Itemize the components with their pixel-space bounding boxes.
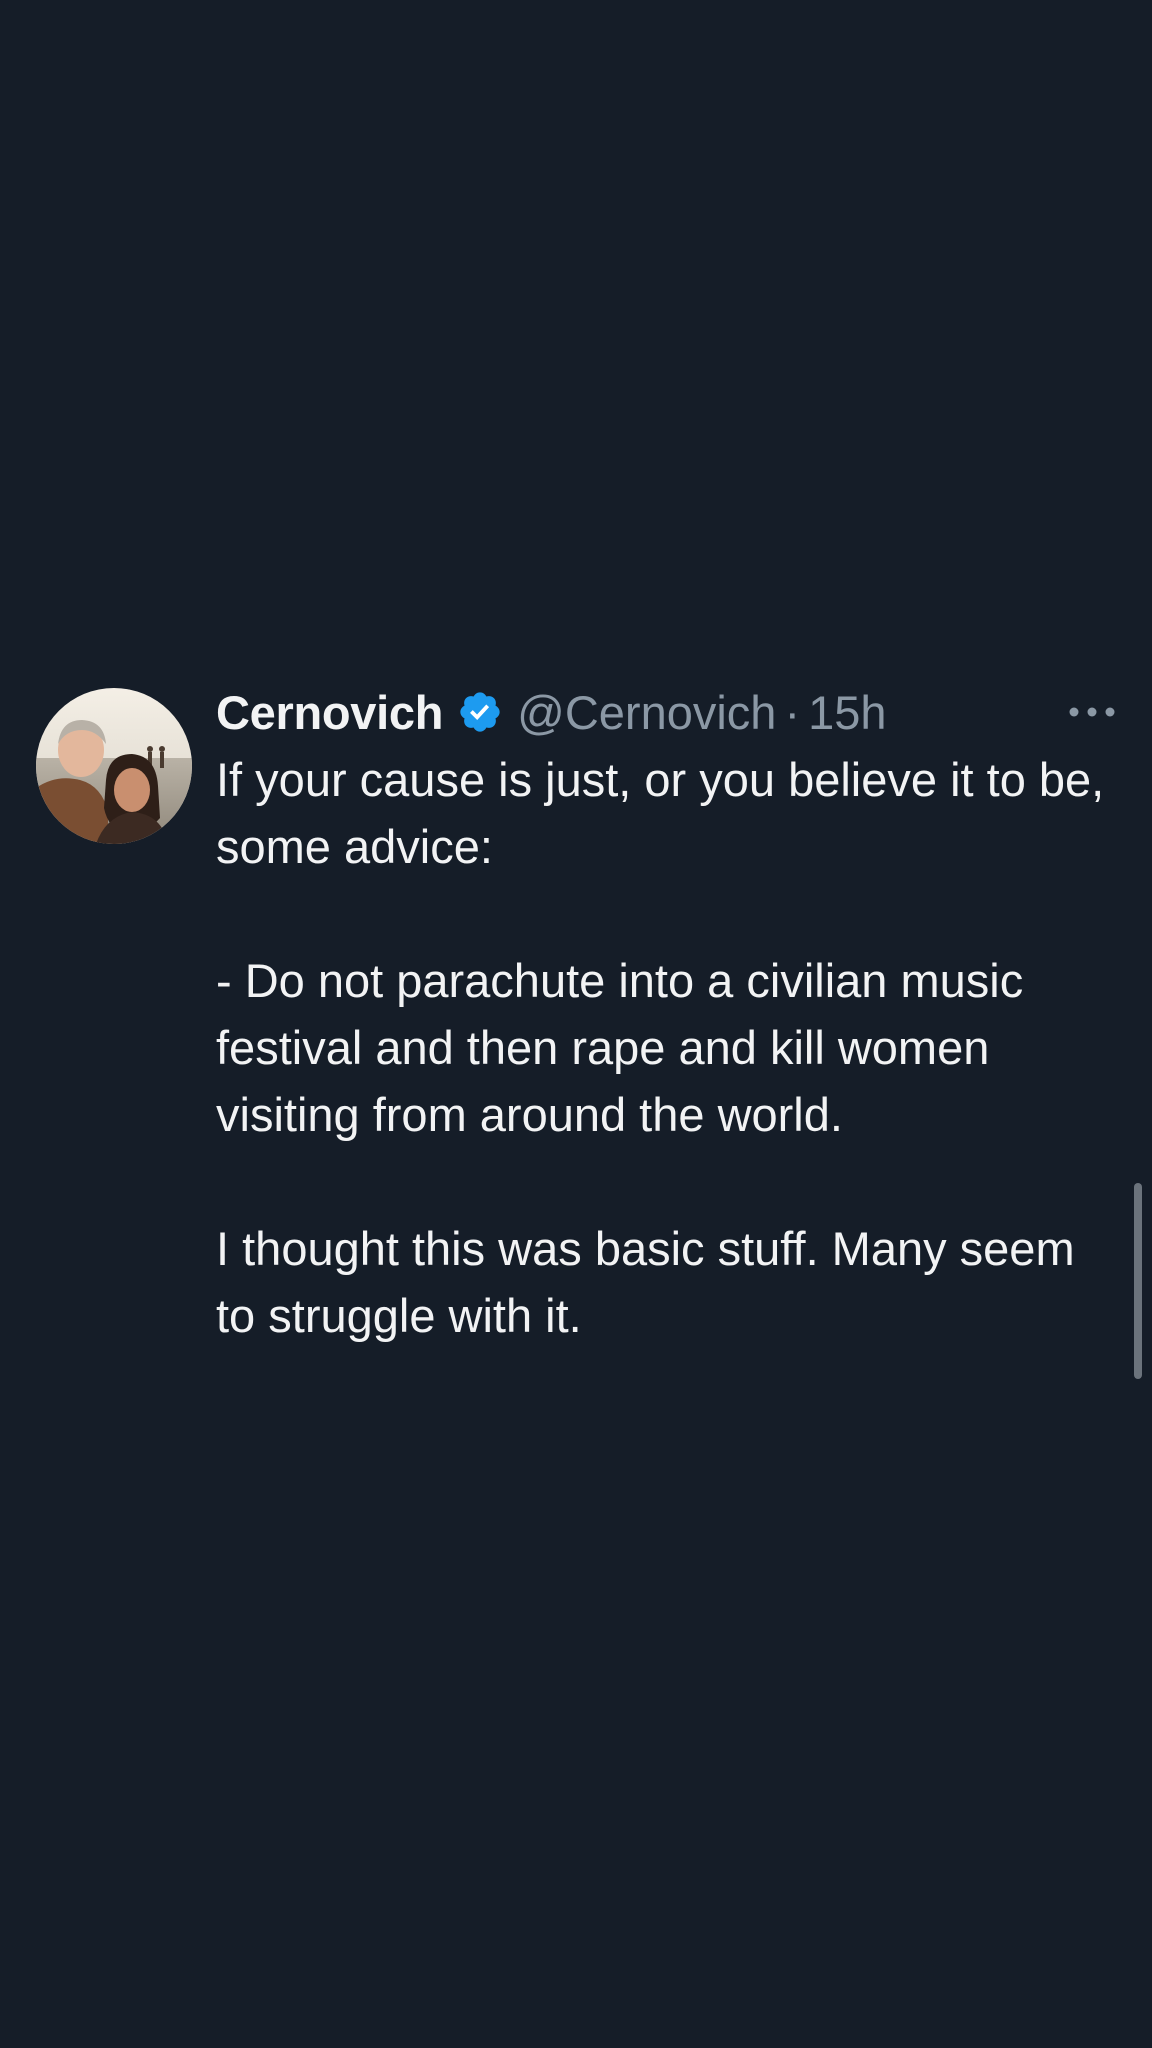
tweet-body: Cernovich @Cernovich · 15h If your cause… bbox=[216, 680, 1116, 1349]
more-options-icon[interactable] bbox=[1064, 696, 1120, 728]
display-name[interactable]: Cernovich bbox=[216, 685, 443, 740]
tweet-text: If your cause is just, or you believe it… bbox=[216, 753, 1105, 1342]
avatar[interactable] bbox=[36, 688, 192, 844]
timestamp[interactable]: 15h bbox=[808, 685, 886, 740]
username-handle[interactable]: @Cernovich bbox=[517, 685, 776, 740]
separator-dot: · bbox=[784, 685, 801, 739]
tweet-header: Cernovich @Cernovich · 15h bbox=[216, 680, 1116, 744]
verified-badge-icon bbox=[457, 689, 503, 735]
scrollbar[interactable] bbox=[1134, 1183, 1142, 1379]
avatar-image bbox=[36, 688, 192, 844]
tweet[interactable]: Cernovich @Cernovich · 15h If your cause… bbox=[0, 680, 1152, 1400]
